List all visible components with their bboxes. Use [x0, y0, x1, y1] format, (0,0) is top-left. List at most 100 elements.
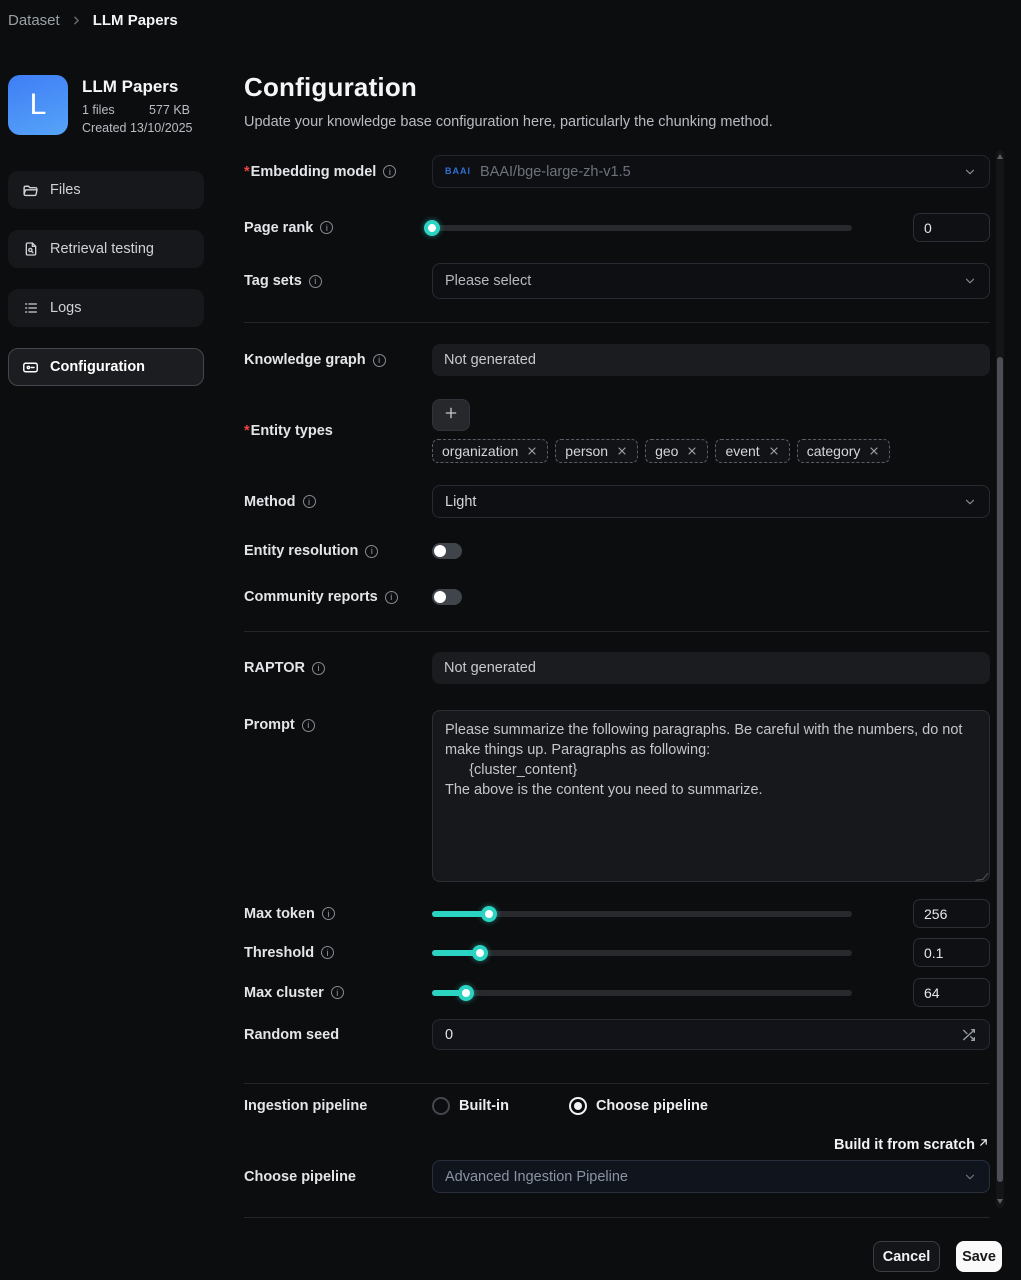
- radio-icon: [432, 1097, 450, 1115]
- knowledge-graph-row: Knowledge graphi Not generated: [244, 344, 990, 376]
- field-label: Entity types: [244, 423, 333, 439]
- page-rank-input[interactable]: [913, 213, 990, 242]
- sidebar-item-logs[interactable]: Logs: [8, 289, 204, 327]
- ingestion-pipeline-radio-group: Built-in Choose pipeline: [432, 1097, 708, 1115]
- info-icon[interactable]: i: [365, 545, 378, 558]
- prompt-textarea[interactable]: Please summarize the following paragraph…: [432, 710, 990, 882]
- field-label: Knowledge graph: [244, 352, 366, 368]
- field-label: Ingestion pipeline: [244, 1098, 367, 1114]
- page-title: Configuration: [244, 72, 417, 103]
- entity-resolution-toggle[interactable]: [432, 543, 462, 559]
- shuffle-icon[interactable]: [961, 1027, 977, 1043]
- remove-tag-icon[interactable]: [768, 445, 780, 457]
- info-icon[interactable]: i: [320, 221, 333, 234]
- save-button[interactable]: Save: [956, 1241, 1002, 1272]
- field-label: Page rank: [244, 220, 313, 236]
- threshold-input[interactable]: [913, 938, 990, 967]
- method-value: Light: [445, 494, 476, 510]
- chevron-down-icon: [963, 495, 977, 509]
- scrollbar-thumb[interactable]: [997, 357, 1003, 1182]
- section-divider: [244, 631, 990, 632]
- community-reports-toggle[interactable]: [432, 589, 462, 605]
- field-label: Prompt: [244, 717, 295, 733]
- scroll-up-arrow[interactable]: [997, 154, 1003, 159]
- external-link-icon: [977, 1136, 990, 1153]
- radio-built-in[interactable]: Built-in: [432, 1097, 509, 1115]
- sidebar-item-configuration[interactable]: Configuration: [8, 348, 204, 386]
- add-entity-type-button[interactable]: [432, 399, 470, 431]
- max-token-row: Max token i: [244, 899, 990, 928]
- info-icon[interactable]: i: [321, 946, 334, 959]
- max-cluster-slider[interactable]: [432, 985, 852, 1001]
- sidebar-item-label: Configuration: [50, 359, 145, 375]
- remove-tag-icon[interactable]: [868, 445, 880, 457]
- slider-thumb[interactable]: [458, 985, 474, 1001]
- knowledge-base-configuration-page: Dataset LLM Papers L LLM Papers 1 files …: [0, 0, 1021, 1280]
- max-cluster-row: Max cluster i: [244, 978, 990, 1007]
- breadcrumb-dataset[interactable]: Dataset: [8, 12, 60, 29]
- vertical-scrollbar[interactable]: [996, 150, 1004, 1208]
- info-icon[interactable]: i: [373, 354, 386, 367]
- breadcrumb: Dataset LLM Papers: [8, 12, 178, 29]
- prompt-row: Prompti Please summarize the following p…: [244, 710, 990, 882]
- choose-pipeline-select[interactable]: Advanced Ingestion Pipeline: [432, 1160, 990, 1193]
- radio-choose-pipeline[interactable]: Choose pipeline: [569, 1097, 708, 1115]
- threshold-slider[interactable]: [432, 945, 852, 961]
- footer-actions: Cancel Save: [873, 1241, 1002, 1272]
- slider-thumb[interactable]: [472, 945, 488, 961]
- chevron-right-icon: [70, 14, 83, 27]
- build-from-scratch-link[interactable]: Build it from scratch: [834, 1136, 990, 1153]
- tag-sets-placeholder: Please select: [445, 273, 531, 289]
- method-row: Methodi Light: [244, 485, 990, 518]
- info-icon[interactable]: i: [383, 165, 396, 178]
- sidebar-item-files[interactable]: Files: [8, 171, 204, 209]
- raptor-row: RAPTOR i Not generated: [244, 652, 990, 684]
- max-cluster-input[interactable]: [913, 978, 990, 1007]
- slider-thumb[interactable]: [481, 906, 497, 922]
- dataset-card: L LLM Papers 1 files 577 KB Created 13/1…: [8, 75, 220, 135]
- entity-resolution-row: Entity resolution i: [244, 541, 990, 561]
- embedding-model-select[interactable]: BAAI BAAI/bge-large-zh-v1.5: [432, 155, 990, 188]
- field-label: Community reports: [244, 589, 378, 605]
- random-seed-row: Random seed: [244, 1019, 990, 1050]
- entity-types-row: Entity types organization person geo eve…: [244, 399, 990, 463]
- plus-icon: [443, 405, 459, 426]
- page-rank-slider[interactable]: [432, 220, 852, 236]
- raptor-status: Not generated: [432, 652, 990, 684]
- info-icon[interactable]: i: [302, 719, 315, 732]
- cancel-button[interactable]: Cancel: [873, 1241, 940, 1272]
- field-label: Embedding model: [244, 164, 376, 180]
- max-token-input[interactable]: [913, 899, 990, 928]
- info-icon[interactable]: i: [309, 275, 322, 288]
- entity-tag: category: [797, 439, 891, 463]
- remove-tag-icon[interactable]: [686, 445, 698, 457]
- page-rank-row: Page rank i: [244, 213, 990, 242]
- info-icon[interactable]: i: [312, 662, 325, 675]
- field-label: Max token: [244, 906, 315, 922]
- method-select[interactable]: Light: [432, 485, 990, 518]
- section-divider: [244, 1083, 990, 1084]
- field-label: Entity resolution: [244, 543, 358, 559]
- slider-thumb[interactable]: [424, 220, 440, 236]
- info-icon[interactable]: i: [322, 907, 335, 920]
- threshold-row: Thresholdi: [244, 938, 990, 967]
- dataset-file-count: 1 files: [82, 103, 115, 117]
- max-token-slider[interactable]: [432, 906, 852, 922]
- random-seed-input[interactable]: [445, 1027, 961, 1043]
- info-icon[interactable]: i: [331, 986, 344, 999]
- folder-icon: [22, 182, 39, 199]
- field-label: RAPTOR: [244, 660, 305, 676]
- entity-tag: person: [555, 439, 638, 463]
- remove-tag-icon[interactable]: [526, 445, 538, 457]
- radio-label: Choose pipeline: [596, 1098, 708, 1114]
- remove-tag-icon[interactable]: [616, 445, 628, 457]
- field-label: Max cluster: [244, 985, 324, 1001]
- tag-sets-select[interactable]: Please select: [432, 263, 990, 299]
- scroll-down-arrow[interactable]: [997, 1199, 1003, 1204]
- info-icon[interactable]: i: [303, 495, 316, 508]
- info-icon[interactable]: i: [385, 591, 398, 604]
- chevron-down-icon: [963, 274, 977, 288]
- embedding-model-row: Embedding model i BAAI BAAI/bge-large-zh-…: [244, 155, 990, 188]
- sidebar-item-retrieval-testing[interactable]: Retrieval testing: [8, 230, 204, 268]
- file-search-icon: [22, 241, 39, 258]
